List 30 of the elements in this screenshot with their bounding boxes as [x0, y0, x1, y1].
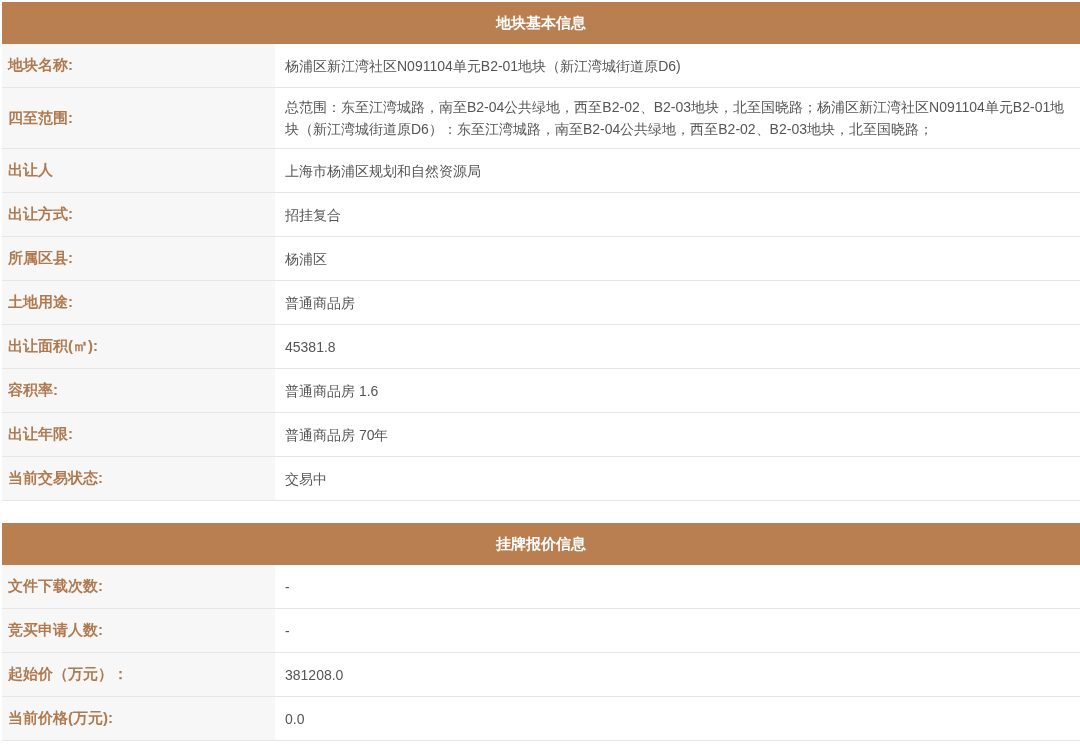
- label-cell: 文件下载次数:: [2, 565, 275, 608]
- value-cell-text: 总范围：东至江湾城路，南至B2-04公共绿地，西至B2-02、B2-03地块，北至国晓路；杨浦区新江湾社区N091104单元B2-01地块（新江湾城街道原D6）：东至江湾城路，南至B2-04公共绿地，西至B2-02、B2-03地块，北至国晓路；: [284, 98, 1066, 139]
- value-cell-text: 45381.8: [284, 337, 337, 357]
- value-cell-text: 381208.0: [284, 665, 345, 685]
- label-cell: 起始价（万元）：: [2, 653, 275, 696]
- value-cell-text: 普通商品房 70年: [284, 425, 390, 445]
- label-cell: 土地用途:: [2, 281, 275, 324]
- label-cell: 四至范围:: [2, 88, 275, 148]
- label-cell: 出让年限:: [2, 413, 275, 456]
- label-cell: 出让人: [2, 149, 275, 192]
- value-cell-text: 普通商品房 1.6: [284, 381, 380, 401]
- label-cell: 所属区县:: [2, 237, 275, 280]
- value-cell-text: -: [284, 621, 291, 641]
- value-cell-text: 杨浦区新江湾社区N091104单元B2-01地块（新江湾城街道原D6): [284, 56, 682, 76]
- value-cell-text: 招挂复合: [284, 205, 342, 225]
- value-cell-text: -: [284, 577, 291, 597]
- value-cell-text: 0.0: [284, 709, 306, 729]
- value-cell-text: 杨浦区: [284, 249, 328, 269]
- table-header: 挂牌报价信息: [2, 523, 1080, 565]
- label-cell: 竞买申请人数:: [2, 609, 275, 652]
- value-cell-text: 上海市杨浦区规划和自然资源局: [284, 161, 482, 181]
- label-cell: 地块名称:: [2, 44, 275, 87]
- value-cell-text: 交易中: [284, 469, 328, 489]
- label-cell: 当前价格(万元):: [2, 697, 275, 740]
- label-cell: 出让面积(㎡):: [2, 325, 275, 368]
- table-header: 地块基本信息: [2, 2, 1080, 44]
- value-cell-text: 普通商品房: [284, 293, 356, 313]
- label-cell: 出让方式:: [2, 193, 275, 236]
- label-cell: 当前交易状态:: [2, 457, 275, 500]
- label-cell: 容积率:: [2, 369, 275, 412]
